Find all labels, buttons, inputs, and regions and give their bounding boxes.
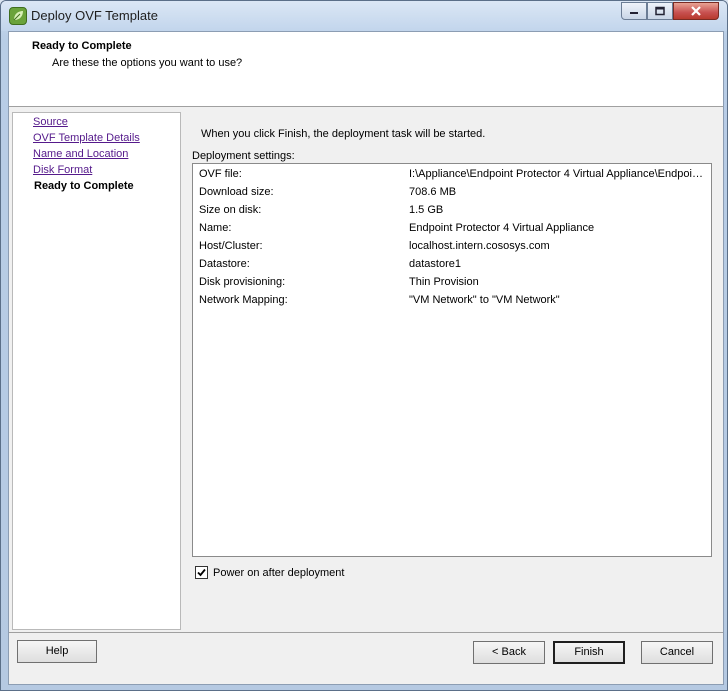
minimize-icon xyxy=(630,12,638,14)
help-button[interactable]: Help xyxy=(17,640,97,663)
close-button[interactable] xyxy=(673,2,719,20)
dialog-content: Ready to Complete Are these the options … xyxy=(8,31,724,685)
setting-key: Network Mapping: xyxy=(199,294,288,306)
wizard-header: Ready to Complete Are these the options … xyxy=(9,32,723,107)
setting-value: 708.6 MB xyxy=(409,186,457,198)
setting-row: Size on disk: 1.5 GB xyxy=(199,201,709,219)
power-on-checkbox[interactable] xyxy=(195,566,208,579)
back-button[interactable]: < Back xyxy=(473,641,545,664)
setting-key: Host/Cluster: xyxy=(199,240,263,252)
maximize-icon xyxy=(655,6,665,16)
setting-row: Disk provisioning: Thin Provision xyxy=(199,273,709,291)
setting-value: datastore1 xyxy=(409,258,461,270)
dialog-window: Deploy OVF Template Ready to Complete Ar… xyxy=(0,0,728,691)
vsphere-leaf-icon xyxy=(9,7,27,25)
setting-row: Network Mapping: "VM Network" to "VM Net… xyxy=(199,291,709,309)
maximize-button[interactable] xyxy=(647,2,673,20)
power-on-label[interactable]: Power on after deployment xyxy=(213,567,344,579)
setting-row: Download size: 708.6 MB xyxy=(199,183,709,201)
step-source[interactable]: Source xyxy=(33,116,68,128)
page-subtitle: Are these the options you want to use? xyxy=(52,57,243,69)
setting-row: Datastore: datastore1 xyxy=(199,255,709,273)
cancel-button[interactable]: Cancel xyxy=(641,641,713,664)
setting-key: Name: xyxy=(199,222,232,234)
close-icon xyxy=(691,6,701,16)
title-bar[interactable]: Deploy OVF Template xyxy=(1,1,727,31)
setting-value: localhost.intern.cososys.com xyxy=(409,240,550,252)
setting-value: Endpoint Protector 4 Virtual Appliance xyxy=(409,222,595,234)
settings-label: Deployment settings: xyxy=(192,150,295,162)
setting-value: I:\Appliance\Endpoint Protector 4 Virtua… xyxy=(409,168,709,180)
window-title: Deploy OVF Template xyxy=(31,8,158,23)
step-ready-to-complete: Ready to Complete xyxy=(34,180,134,192)
intro-text: When you click Finish, the deployment ta… xyxy=(201,128,486,140)
setting-key: Download size: xyxy=(199,186,274,198)
setting-row: Host/Cluster: localhost.intern.cososys.c… xyxy=(199,237,709,255)
setting-row: OVF file: I:\Appliance\Endpoint Protecto… xyxy=(199,165,709,183)
page-title: Ready to Complete xyxy=(32,40,132,52)
finish-button[interactable]: Finish xyxy=(553,641,625,664)
footer-divider xyxy=(9,632,723,633)
step-name-and-location[interactable]: Name and Location xyxy=(33,148,128,160)
setting-key: Datastore: xyxy=(199,258,250,270)
setting-value: "VM Network" to "VM Network" xyxy=(409,294,560,306)
setting-key: Size on disk: xyxy=(199,204,262,216)
deployment-settings-list[interactable]: OVF file: I:\Appliance\Endpoint Protecto… xyxy=(192,163,712,557)
setting-row: Name: Endpoint Protector 4 Virtual Appli… xyxy=(199,219,709,237)
minimize-button[interactable] xyxy=(621,2,647,20)
checkmark-icon xyxy=(197,568,206,577)
wizard-steps: Source OVF Template Details Name and Loc… xyxy=(12,112,181,630)
step-ovf-template-details[interactable]: OVF Template Details xyxy=(33,132,140,144)
step-disk-format[interactable]: Disk Format xyxy=(33,164,92,176)
setting-value: Thin Provision xyxy=(409,276,479,288)
setting-key: Disk provisioning: xyxy=(199,276,286,288)
setting-key: OVF file: xyxy=(199,168,242,180)
setting-value: 1.5 GB xyxy=(409,204,444,216)
